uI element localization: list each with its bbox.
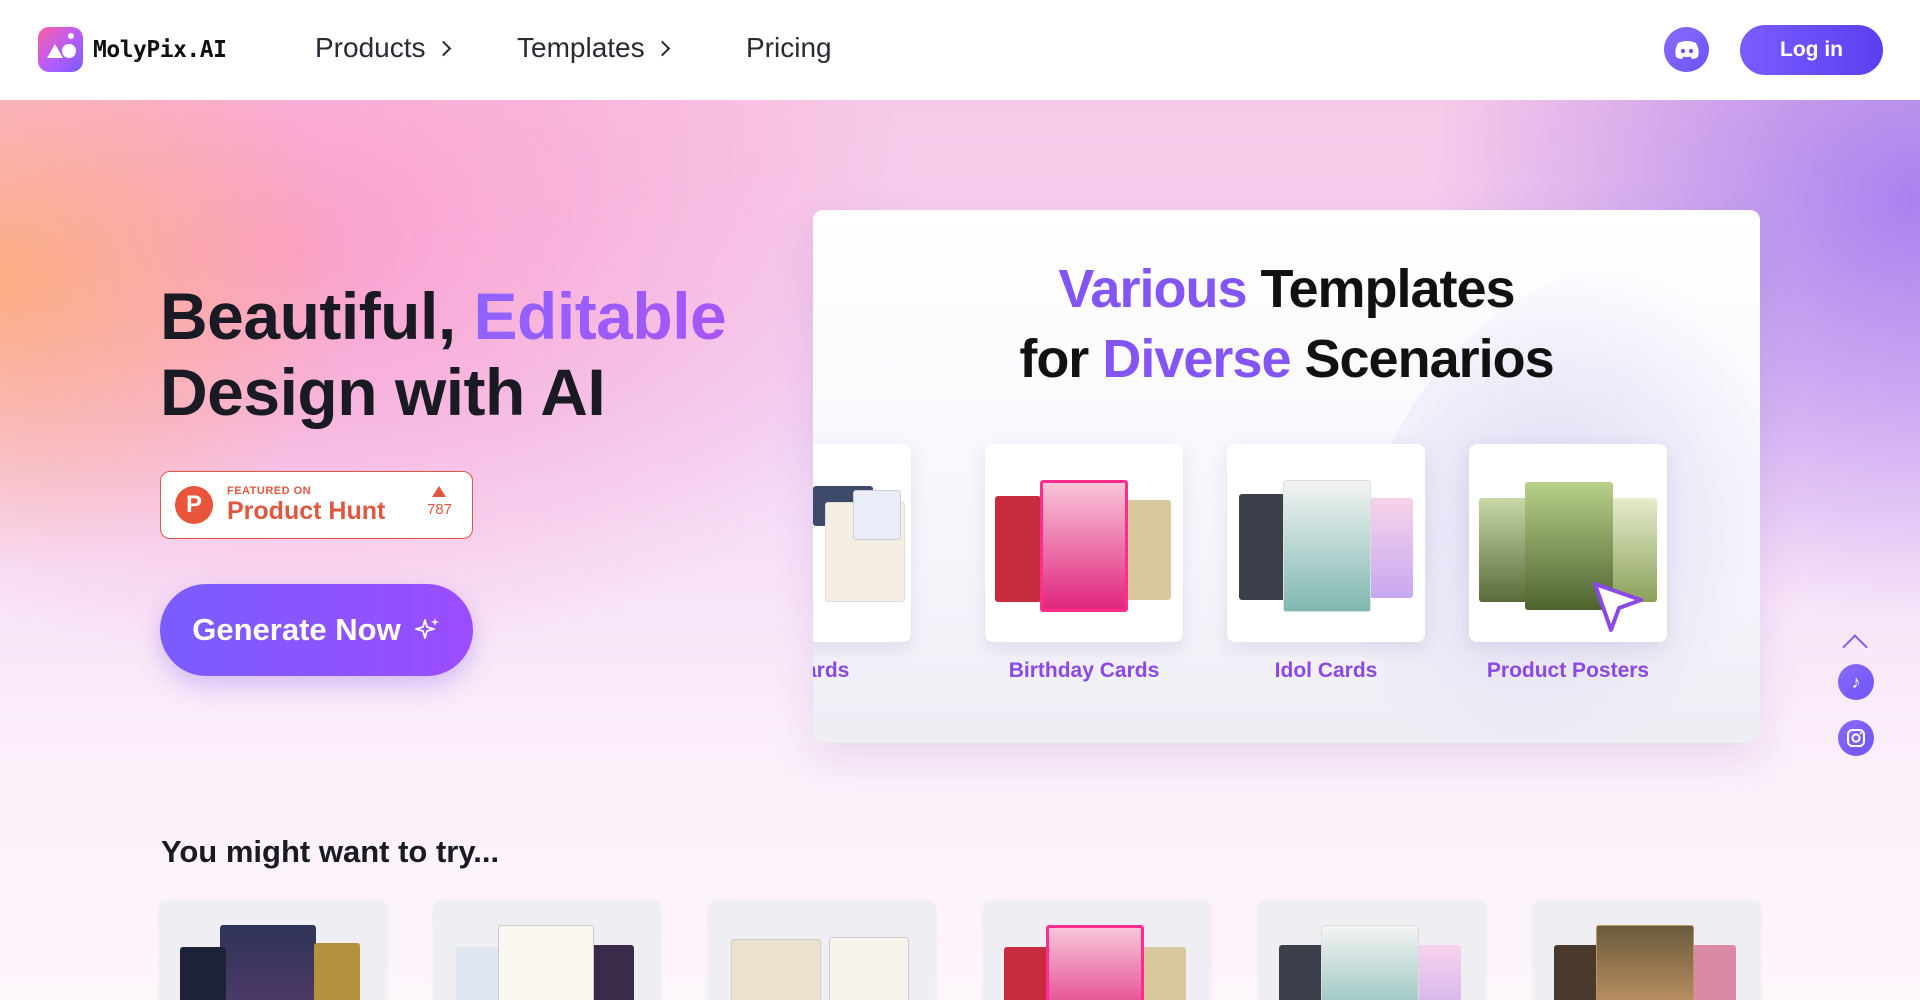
card-thumbnail — [1140, 947, 1186, 1000]
card-thumbnail — [220, 925, 316, 1000]
template-card-idol[interactable] — [1227, 444, 1425, 642]
card-thumbnail — [1040, 480, 1128, 612]
showcase-title-scenarios: Scenarios — [1290, 329, 1555, 389]
sparkle-icon — [414, 618, 439, 639]
nav-templates-label: Templates — [517, 32, 645, 63]
generate-now-label: Generate Now — [192, 612, 401, 647]
try-section-title: You might want to try... — [161, 834, 500, 869]
try-card[interactable] — [1259, 901, 1485, 1000]
upvote-icon — [432, 486, 447, 497]
nav-products[interactable]: Products — [315, 32, 451, 64]
producthunt-icon: P — [175, 486, 213, 524]
try-card[interactable] — [709, 901, 935, 1000]
try-card[interactable] — [160, 901, 386, 1000]
card-thumbnail — [1479, 498, 1531, 602]
hero-title-line2: Design with AI — [160, 355, 606, 429]
showcase-title-diverse: Diverse — [1102, 329, 1291, 389]
generate-now-button[interactable]: Generate Now — [160, 584, 473, 676]
card-thumbnail — [1596, 925, 1694, 1000]
card-thumbnail — [1690, 945, 1736, 1000]
card-thumbnail — [1125, 500, 1171, 600]
card-thumbnail — [498, 925, 594, 1000]
card-thumbnail — [180, 947, 226, 1000]
template-card-postcards[interactable] — [813, 444, 911, 642]
card-thumbnail — [995, 496, 1041, 602]
card-thumbnail — [1365, 498, 1413, 598]
cursor-arrow-icon — [1593, 582, 1643, 632]
discord-button[interactable] — [1664, 27, 1709, 72]
showcase-title-templates: Templates — [1246, 259, 1515, 319]
try-card[interactable] — [984, 901, 1210, 1000]
instagram-glyph — [1847, 729, 1865, 747]
card-thumbnail — [1321, 925, 1419, 1000]
producthunt-votes: 787 — [426, 501, 452, 518]
login-button[interactable]: Log in — [1740, 25, 1883, 75]
template-card-birthday[interactable] — [985, 444, 1183, 642]
hero-title-part1: Beautiful, — [160, 279, 474, 353]
nav-pricing[interactable]: Pricing — [746, 32, 832, 64]
card-thumbnail — [1046, 925, 1144, 1000]
template-card-product-posters[interactable] — [1469, 444, 1667, 642]
logo-icon — [38, 27, 83, 72]
top-nav: MolyPix.AI Products Templates Pricing Lo… — [0, 0, 1920, 100]
template-label-product-posters[interactable]: Product Posters — [1469, 659, 1667, 683]
producthunt-featured: FEATURED ON — [227, 485, 312, 497]
card-thumbnail — [1554, 945, 1600, 1000]
brand-name: MolyPix.AI — [93, 36, 227, 63]
showcase-title: Various Templates for Diverse Scenarios — [813, 254, 1760, 394]
nav-products-label: Products — [315, 32, 426, 63]
instagram-icon[interactable] — [1838, 720, 1874, 756]
try-card[interactable] — [434, 901, 660, 1000]
card-thumbnail — [1415, 945, 1461, 1000]
card-thumbnail — [1283, 480, 1371, 612]
tiktok-icon[interactable]: ♪ — [1838, 664, 1874, 700]
template-label-birthday[interactable]: Birthday Cards — [985, 659, 1183, 683]
template-label-idol[interactable]: Idol Cards — [1227, 659, 1425, 683]
card-thumbnail — [829, 937, 909, 1000]
producthunt-name: Product Hunt — [227, 497, 386, 525]
brand-logo[interactable]: MolyPix.AI — [38, 27, 227, 72]
nav-pricing-label: Pricing — [746, 32, 832, 63]
templates-showcase: Various Templates for Diverse Scenarios … — [813, 210, 1760, 743]
card-thumbnail — [731, 939, 821, 1000]
discord-icon — [1674, 40, 1699, 59]
hero-title-accent: Editable — [473, 279, 727, 353]
producthunt-badge[interactable]: P FEATURED ON Product Hunt 787 — [160, 471, 473, 539]
chevron-right-icon — [654, 40, 670, 56]
showcase-title-for: for — [1019, 329, 1103, 389]
card-thumbnail — [853, 490, 901, 540]
card-thumbnail — [1004, 947, 1050, 1000]
chevron-right-icon — [435, 40, 451, 56]
hero-title: Beautiful, Editable Design with AI — [160, 278, 727, 430]
showcase-title-various: Various — [1058, 259, 1247, 319]
card-thumbnail — [314, 943, 360, 1000]
template-label-postcards[interactable]: stcards — [813, 659, 911, 683]
nav-templates[interactable]: Templates — [517, 32, 670, 64]
card-thumbnail — [1279, 945, 1325, 1000]
try-card[interactable] — [1534, 901, 1760, 1000]
card-thumbnail — [1239, 494, 1287, 600]
